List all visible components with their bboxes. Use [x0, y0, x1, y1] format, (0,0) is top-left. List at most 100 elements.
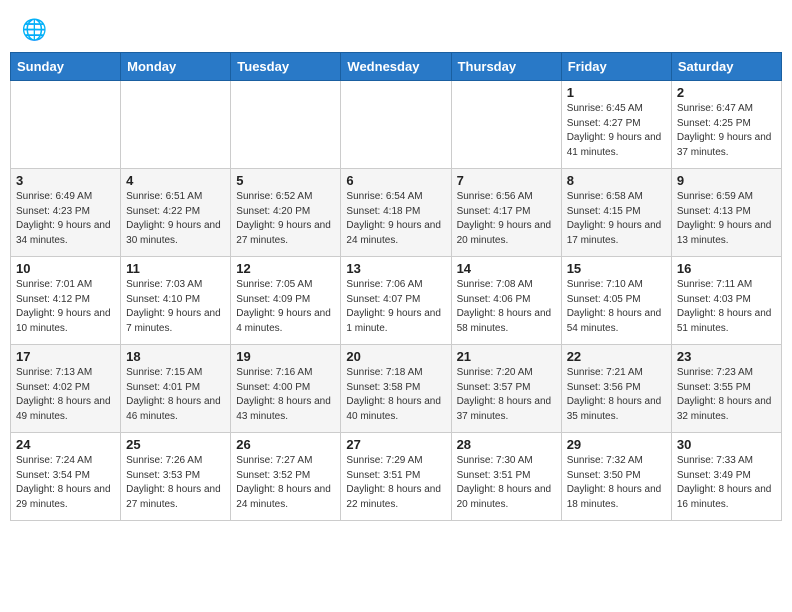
- calendar-cell: 14 Sunrise: 7:08 AM Sunset: 4:06 PM Dayli…: [451, 257, 561, 345]
- day-info: Sunrise: 6:54 AM Sunset: 4:18 PM Dayligh…: [346, 190, 445, 248]
- weekday-header-monday: Monday: [121, 53, 231, 81]
- calendar-cell: 17 Sunrise: 7:13 AM Sunset: 4:02 PM Dayli…: [11, 345, 121, 433]
- day-info: Sunrise: 6:52 AM Sunset: 4:20 PM Dayligh…: [236, 190, 335, 248]
- day-number: 18: [126, 349, 225, 364]
- calendar-cell: 10Sunrise: 7:01 AM Sunset: 4:12 PM Dayli…: [11, 257, 121, 345]
- day-info: Sunrise: 6:47 AM Sunset: 4:25 PM Dayligh…: [677, 102, 776, 160]
- day-info: Sunrise: 7:29 AM Sunset: 3:51 PM Dayligh…: [346, 454, 445, 512]
- calendar-cell: 8 Sunrise: 6:58 AM Sunset: 4:15 PM Daylig…: [561, 169, 671, 257]
- weekday-header-row: SundayMondayTuesdayWednesdayThursdayFrid…: [11, 53, 782, 81]
- calendar-cell: 13 Sunrise: 7:06 AM Sunset: 4:07 PM Dayli…: [341, 257, 451, 345]
- calendar-body: 1Sunrise: 6:45 AM Sunset: 4:27 PM Daylig…: [11, 81, 782, 521]
- day-info: Sunrise: 7:16 AM Sunset: 4:00 PM Dayligh…: [236, 366, 335, 424]
- calendar-cell: [231, 81, 341, 169]
- day-number: 23: [677, 349, 776, 364]
- logo-icon: 🌐: [20, 16, 48, 44]
- day-info: Sunrise: 7:26 AM Sunset: 3:53 PM Dayligh…: [126, 454, 225, 512]
- calendar-cell: [451, 81, 561, 169]
- day-number: 22: [567, 349, 666, 364]
- day-info: Sunrise: 7:30 AM Sunset: 3:51 PM Dayligh…: [457, 454, 556, 512]
- day-info: Sunrise: 7:08 AM Sunset: 4:06 PM Dayligh…: [457, 278, 556, 336]
- day-number: 19: [236, 349, 335, 364]
- day-info: Sunrise: 7:18 AM Sunset: 3:58 PM Dayligh…: [346, 366, 445, 424]
- day-info: Sunrise: 7:27 AM Sunset: 3:52 PM Dayligh…: [236, 454, 335, 512]
- day-info: Sunrise: 6:59 AM Sunset: 4:13 PM Dayligh…: [677, 190, 776, 248]
- day-number: 25: [126, 437, 225, 452]
- day-info: Sunrise: 7:01 AM Sunset: 4:12 PM Dayligh…: [16, 278, 115, 336]
- calendar-cell: 23Sunrise: 7:23 AM Sunset: 3:55 PM Dayli…: [671, 345, 781, 433]
- day-number: 15: [567, 261, 666, 276]
- day-number: 30: [677, 437, 776, 452]
- day-info: Sunrise: 6:58 AM Sunset: 4:15 PM Dayligh…: [567, 190, 666, 248]
- day-number: 3: [16, 173, 115, 188]
- calendar-cell: 19 Sunrise: 7:16 AM Sunset: 4:00 PM Dayli…: [231, 345, 341, 433]
- day-number: 9: [677, 173, 776, 188]
- calendar-container: SundayMondayTuesdayWednesdayThursdayFrid…: [0, 52, 792, 531]
- day-info: Sunrise: 7:13 AM Sunset: 4:02 PM Dayligh…: [16, 366, 115, 424]
- svg-text:🌐: 🌐: [22, 18, 48, 42]
- day-info: Sunrise: 7:06 AM Sunset: 4:07 PM Dayligh…: [346, 278, 445, 336]
- day-info: Sunrise: 6:56 AM Sunset: 4:17 PM Dayligh…: [457, 190, 556, 248]
- calendar-cell: 2 Sunrise: 6:47 AM Sunset: 4:25 PM Daylig…: [671, 81, 781, 169]
- calendar-cell: 1Sunrise: 6:45 AM Sunset: 4:27 PM Daylig…: [561, 81, 671, 169]
- calendar-week-3: 10Sunrise: 7:01 AM Sunset: 4:12 PM Dayli…: [11, 257, 782, 345]
- day-info: Sunrise: 7:32 AM Sunset: 3:50 PM Dayligh…: [567, 454, 666, 512]
- day-number: 6: [346, 173, 445, 188]
- calendar-week-2: 3Sunrise: 6:49 AM Sunset: 4:23 PM Daylig…: [11, 169, 782, 257]
- day-number: 5: [236, 173, 335, 188]
- calendar-cell: 24 Sunrise: 7:24 AM Sunset: 3:54 PM Dayli…: [11, 433, 121, 521]
- calendar-cell: [11, 81, 121, 169]
- calendar-week-5: 24 Sunrise: 7:24 AM Sunset: 3:54 PM Dayli…: [11, 433, 782, 521]
- calendar-cell: 5 Sunrise: 6:52 AM Sunset: 4:20 PM Daylig…: [231, 169, 341, 257]
- calendar-cell: 9 Sunrise: 6:59 AM Sunset: 4:13 PM Daylig…: [671, 169, 781, 257]
- calendar-week-1: 1Sunrise: 6:45 AM Sunset: 4:27 PM Daylig…: [11, 81, 782, 169]
- calendar-cell: [341, 81, 451, 169]
- day-number: 16: [677, 261, 776, 276]
- day-number: 13: [346, 261, 445, 276]
- weekday-header-wednesday: Wednesday: [341, 53, 451, 81]
- day-number: 14: [457, 261, 556, 276]
- day-info: Sunrise: 7:24 AM Sunset: 3:54 PM Dayligh…: [16, 454, 115, 512]
- day-info: Sunrise: 7:10 AM Sunset: 4:05 PM Dayligh…: [567, 278, 666, 336]
- day-number: 29: [567, 437, 666, 452]
- day-number: 27: [346, 437, 445, 452]
- calendar-cell: 12Sunrise: 7:05 AM Sunset: 4:09 PM Dayli…: [231, 257, 341, 345]
- calendar-cell: 4Sunrise: 6:51 AM Sunset: 4:22 PM Daylig…: [121, 169, 231, 257]
- day-number: 11: [126, 261, 225, 276]
- calendar-cell: 7 Sunrise: 6:56 AM Sunset: 4:17 PM Daylig…: [451, 169, 561, 257]
- calendar-cell: 16 Sunrise: 7:11 AM Sunset: 4:03 PM Dayli…: [671, 257, 781, 345]
- day-number: 20: [346, 349, 445, 364]
- calendar-cell: 28 Sunrise: 7:30 AM Sunset: 3:51 PM Dayli…: [451, 433, 561, 521]
- day-info: Sunrise: 7:21 AM Sunset: 3:56 PM Dayligh…: [567, 366, 666, 424]
- day-number: 8: [567, 173, 666, 188]
- page-header: 🌐: [0, 0, 792, 52]
- weekday-header-thursday: Thursday: [451, 53, 561, 81]
- day-number: 17: [16, 349, 115, 364]
- day-number: 7: [457, 173, 556, 188]
- calendar-cell: 11 Sunrise: 7:03 AM Sunset: 4:10 PM Dayli…: [121, 257, 231, 345]
- calendar-cell: 26 Sunrise: 7:27 AM Sunset: 3:52 PM Dayli…: [231, 433, 341, 521]
- day-number: 1: [567, 85, 666, 100]
- calendar-cell: 30Sunrise: 7:33 AM Sunset: 3:49 PM Dayli…: [671, 433, 781, 521]
- calendar-cell: 6 Sunrise: 6:54 AM Sunset: 4:18 PM Daylig…: [341, 169, 451, 257]
- day-info: Sunrise: 7:11 AM Sunset: 4:03 PM Dayligh…: [677, 278, 776, 336]
- calendar-cell: 18Sunrise: 7:15 AM Sunset: 4:01 PM Dayli…: [121, 345, 231, 433]
- calendar-cell: 15 Sunrise: 7:10 AM Sunset: 4:05 PM Dayli…: [561, 257, 671, 345]
- day-number: 4: [126, 173, 225, 188]
- day-number: 24: [16, 437, 115, 452]
- day-number: 26: [236, 437, 335, 452]
- calendar-cell: 20 Sunrise: 7:18 AM Sunset: 3:58 PM Dayli…: [341, 345, 451, 433]
- calendar-header: SundayMondayTuesdayWednesdayThursdayFrid…: [11, 53, 782, 81]
- day-number: 12: [236, 261, 335, 276]
- day-info: Sunrise: 7:03 AM Sunset: 4:10 PM Dayligh…: [126, 278, 225, 336]
- weekday-header-sunday: Sunday: [11, 53, 121, 81]
- calendar-cell: 3Sunrise: 6:49 AM Sunset: 4:23 PM Daylig…: [11, 169, 121, 257]
- calendar-cell: [121, 81, 231, 169]
- weekday-header-tuesday: Tuesday: [231, 53, 341, 81]
- day-number: 2: [677, 85, 776, 100]
- calendar-cell: 27 Sunrise: 7:29 AM Sunset: 3:51 PM Dayli…: [341, 433, 451, 521]
- weekday-header-friday: Friday: [561, 53, 671, 81]
- day-number: 28: [457, 437, 556, 452]
- calendar-cell: 29 Sunrise: 7:32 AM Sunset: 3:50 PM Dayli…: [561, 433, 671, 521]
- logo: 🌐: [20, 16, 52, 44]
